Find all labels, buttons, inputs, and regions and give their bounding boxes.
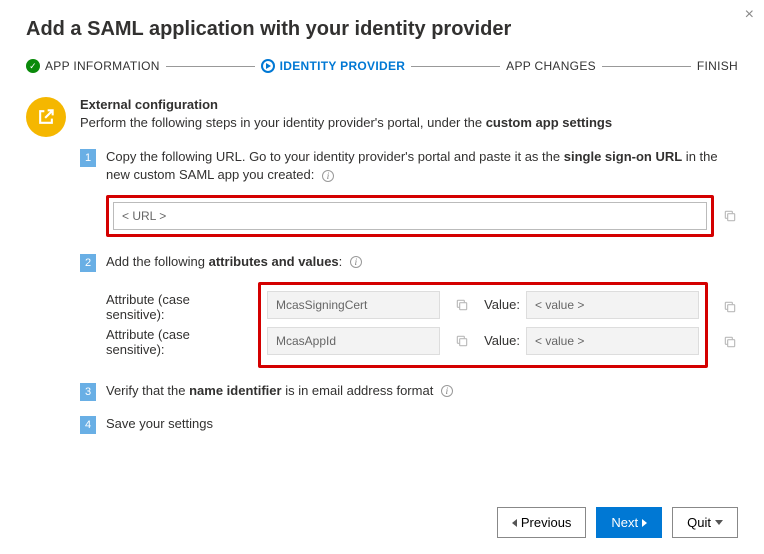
connector <box>411 66 500 67</box>
value-label: Value: <box>476 297 520 312</box>
attribute-value-input-1[interactable] <box>526 291 699 319</box>
attribute-value-input-2[interactable] <box>526 327 699 355</box>
instruction-2: 2 Add the following attributes and value… <box>80 253 738 272</box>
section-description: Perform the following steps in your iden… <box>80 114 738 132</box>
instruction-text: Add the following attributes and values: <box>106 253 362 271</box>
info-icon[interactable] <box>441 385 453 397</box>
step-label: IDENTITY PROVIDER <box>280 59 406 73</box>
attribute-label: Attribute (case sensitive): <box>106 327 252 357</box>
step-label: APP INFORMATION <box>45 59 160 73</box>
connector <box>602 66 691 67</box>
value-label: Value: <box>476 333 520 348</box>
chevron-down-icon <box>715 520 723 525</box>
external-link-icon <box>26 97 66 137</box>
footer-buttons: Previous Next Quit <box>497 507 738 538</box>
step-app-changes: APP CHANGES <box>506 59 596 73</box>
play-icon <box>261 59 275 73</box>
instruction-text: Copy the following URL. Go to your ident… <box>106 148 738 184</box>
section-title: External configuration <box>80 97 738 112</box>
step-label: APP CHANGES <box>506 59 596 73</box>
close-icon[interactable]: × <box>745 6 754 24</box>
attribute-name-input-2[interactable] <box>267 327 440 355</box>
attribute-name-input-1[interactable] <box>267 291 440 319</box>
step-label: FINISH <box>697 59 738 73</box>
chevron-right-icon <box>642 519 647 527</box>
step-number: 3 <box>80 383 96 401</box>
step-finish: FINISH <box>697 59 738 73</box>
step-identity-provider: IDENTITY PROVIDER <box>261 59 406 73</box>
check-icon: ✓ <box>26 59 40 73</box>
copy-icon[interactable] <box>722 334 738 350</box>
step-number: 1 <box>80 149 96 167</box>
next-button[interactable]: Next <box>596 507 662 538</box>
highlight-box-url <box>106 195 714 237</box>
step-number: 4 <box>80 416 96 434</box>
copy-icon[interactable] <box>722 299 738 315</box>
step-app-information: ✓ APP INFORMATION <box>26 59 160 73</box>
instruction-3: 3 Verify that the name identifier is in … <box>80 382 738 401</box>
stepper: ✓ APP INFORMATION IDENTITY PROVIDER APP … <box>26 59 738 73</box>
info-icon[interactable] <box>350 256 362 268</box>
copy-icon[interactable] <box>454 333 470 349</box>
instruction-text: Verify that the name identifier is in em… <box>106 382 453 400</box>
attribute-label: Attribute (case sensitive): <box>106 292 252 322</box>
step-number: 2 <box>80 254 96 272</box>
highlight-box-attributes: Value: Value: <box>258 282 708 368</box>
connector <box>166 66 255 67</box>
instruction-text: Save your settings <box>106 415 213 433</box>
instruction-4: 4 Save your settings <box>80 415 738 434</box>
sso-url-input[interactable] <box>113 202 707 230</box>
quit-button[interactable]: Quit <box>672 507 738 538</box>
chevron-left-icon <box>512 519 517 527</box>
info-icon[interactable] <box>322 170 334 182</box>
instruction-1: 1 Copy the following URL. Go to your ide… <box>80 148 738 184</box>
copy-icon[interactable] <box>722 208 738 224</box>
previous-button[interactable]: Previous <box>497 507 587 538</box>
dialog-title: Add a SAML application with your identit… <box>26 18 738 41</box>
copy-icon[interactable] <box>454 297 470 313</box>
